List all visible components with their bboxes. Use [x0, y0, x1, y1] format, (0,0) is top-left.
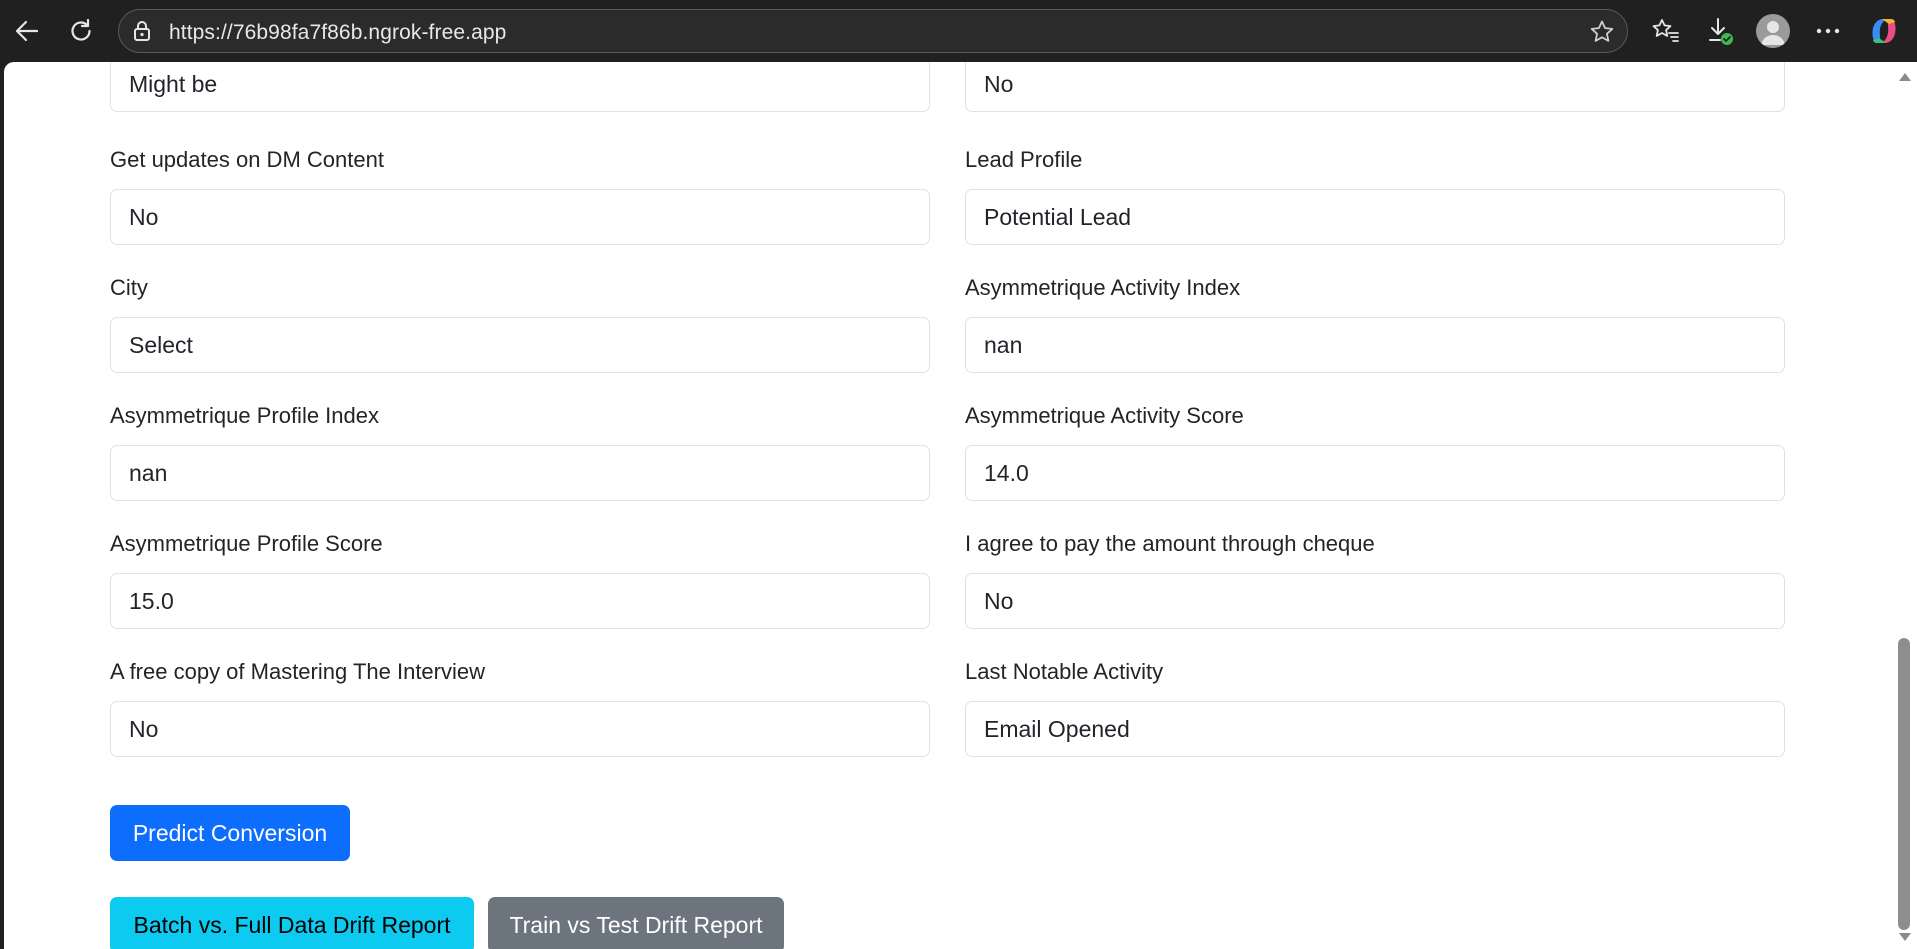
activity-score-label: Asymmetrique Activity Score — [965, 403, 1244, 428]
profile-index-label: Asymmetrique Profile Index — [110, 403, 379, 428]
activity-score-input[interactable]: 14.0 — [965, 445, 1785, 501]
lead-profile-label: Lead Profile — [965, 147, 1083, 172]
star-icon[interactable] — [1589, 19, 1615, 45]
activity-index-input[interactable]: nan — [965, 317, 1785, 373]
dm-content-updates-input[interactable]: No — [110, 189, 930, 245]
free-copy-input[interactable]: No — [110, 701, 930, 757]
cheque-payment-input[interactable]: No — [965, 573, 1785, 629]
copilot-icon[interactable] — [1866, 12, 1902, 50]
download-icon[interactable] — [1702, 12, 1738, 50]
dm-content-updates-label: Get updates on DM Content — [110, 147, 384, 172]
more-icon[interactable] — [1810, 12, 1846, 50]
cheque-payment-label: I agree to pay the amount through cheque — [965, 531, 1375, 556]
favorites-icon[interactable] — [1648, 12, 1684, 50]
browser-toolbar: https://76b98fa7f86b.ngrok-free.app — [0, 0, 1917, 62]
page-viewport: Might be No Get updates on DM Content No… — [4, 62, 1892, 949]
scroll-thumb[interactable] — [1898, 638, 1910, 930]
lock-icon[interactable] — [131, 20, 153, 42]
last-notable-activity-input[interactable]: Email Opened — [965, 701, 1785, 757]
profile-score-input[interactable]: 15.0 — [110, 573, 930, 629]
free-copy-label: A free copy of Mastering The Interview — [110, 659, 485, 684]
scroll-down-arrow-icon[interactable] — [1899, 933, 1911, 941]
profile-score-label: Asymmetrique Profile Score — [110, 531, 383, 556]
scroll-up-arrow-icon[interactable] — [1899, 73, 1911, 81]
last-notable-activity-label: Last Notable Activity — [965, 659, 1164, 684]
back-arrow-icon[interactable] — [9, 12, 45, 50]
field-1-input[interactable]: No — [965, 62, 1785, 112]
profile-index-input[interactable]: nan — [110, 445, 930, 501]
url-text[interactable]: https://76b98fa7f86b.ngrok-free.app — [169, 21, 506, 45]
field-0-input[interactable]: Might be — [110, 62, 930, 112]
predict-conversion-button[interactable]: Predict Conversion — [110, 805, 350, 861]
activity-index-label: Asymmetrique Activity Index — [965, 275, 1241, 300]
page-scrollbar[interactable] — [1892, 62, 1917, 949]
train-test-drift-report-button[interactable]: Train vs Test Drift Report — [488, 897, 784, 949]
address-bar[interactable]: https://76b98fa7f86b.ngrok-free.app — [118, 9, 1628, 53]
city-input[interactable]: Select — [110, 317, 930, 373]
city-label: City — [110, 275, 148, 300]
profile-avatar-icon[interactable] — [1756, 14, 1790, 48]
batch-drift-report-button[interactable]: Batch vs. Full Data Drift Report — [110, 897, 474, 949]
lead-profile-input[interactable]: Potential Lead — [965, 189, 1785, 245]
refresh-icon[interactable] — [63, 12, 99, 50]
